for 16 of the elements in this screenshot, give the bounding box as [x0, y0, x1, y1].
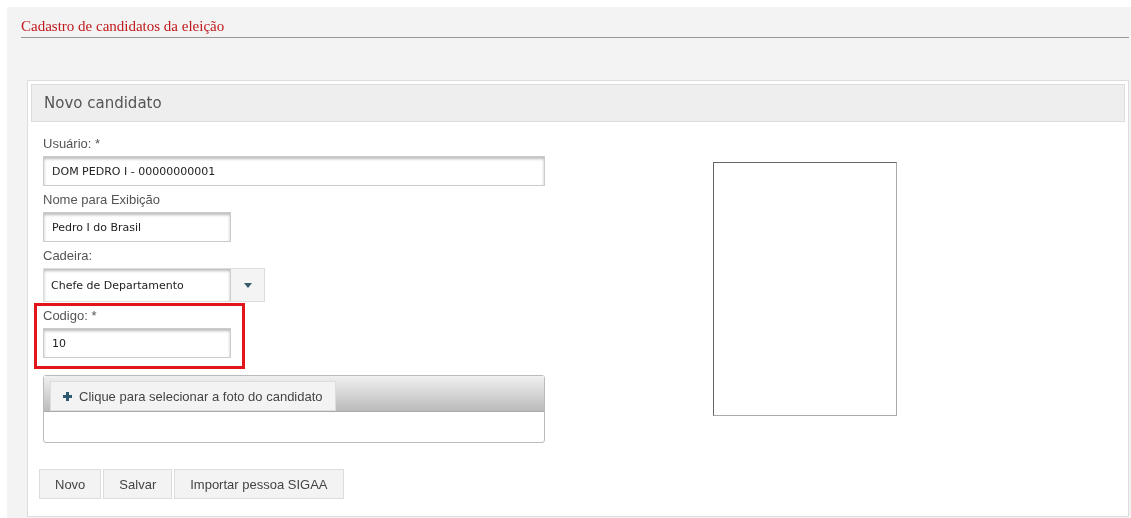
field-label: Codigo: * — [43, 308, 97, 323]
plus-icon — [63, 391, 72, 401]
page-title: Cadastro de candidatos da eleição — [21, 18, 225, 34]
text-field[interactable]: Pedro I do Brasil — [43, 212, 231, 242]
field-label: Cadeira: — [43, 248, 93, 263]
field-label: Usuário: * — [43, 136, 101, 151]
action-button[interactable]: Salvar — [103, 469, 173, 499]
action-button[interactable]: Novo — [39, 469, 102, 499]
dropdown[interactable]: Chefe de Departamento — [43, 268, 265, 302]
text-field[interactable]: DOM PEDRO I - 00000000001 — [43, 156, 545, 186]
text-field[interactable]: 10 — [43, 328, 231, 358]
field-label: Nome para Exibição — [43, 192, 161, 207]
action-button[interactable]: Importar pessoa SIGAA — [174, 469, 344, 499]
caret-icon — [243, 282, 252, 288]
select-photo-button[interactable]: Clique para selecionar a foto do candidato — [50, 381, 336, 411]
panel-title: Novo candidato — [44, 94, 162, 112]
